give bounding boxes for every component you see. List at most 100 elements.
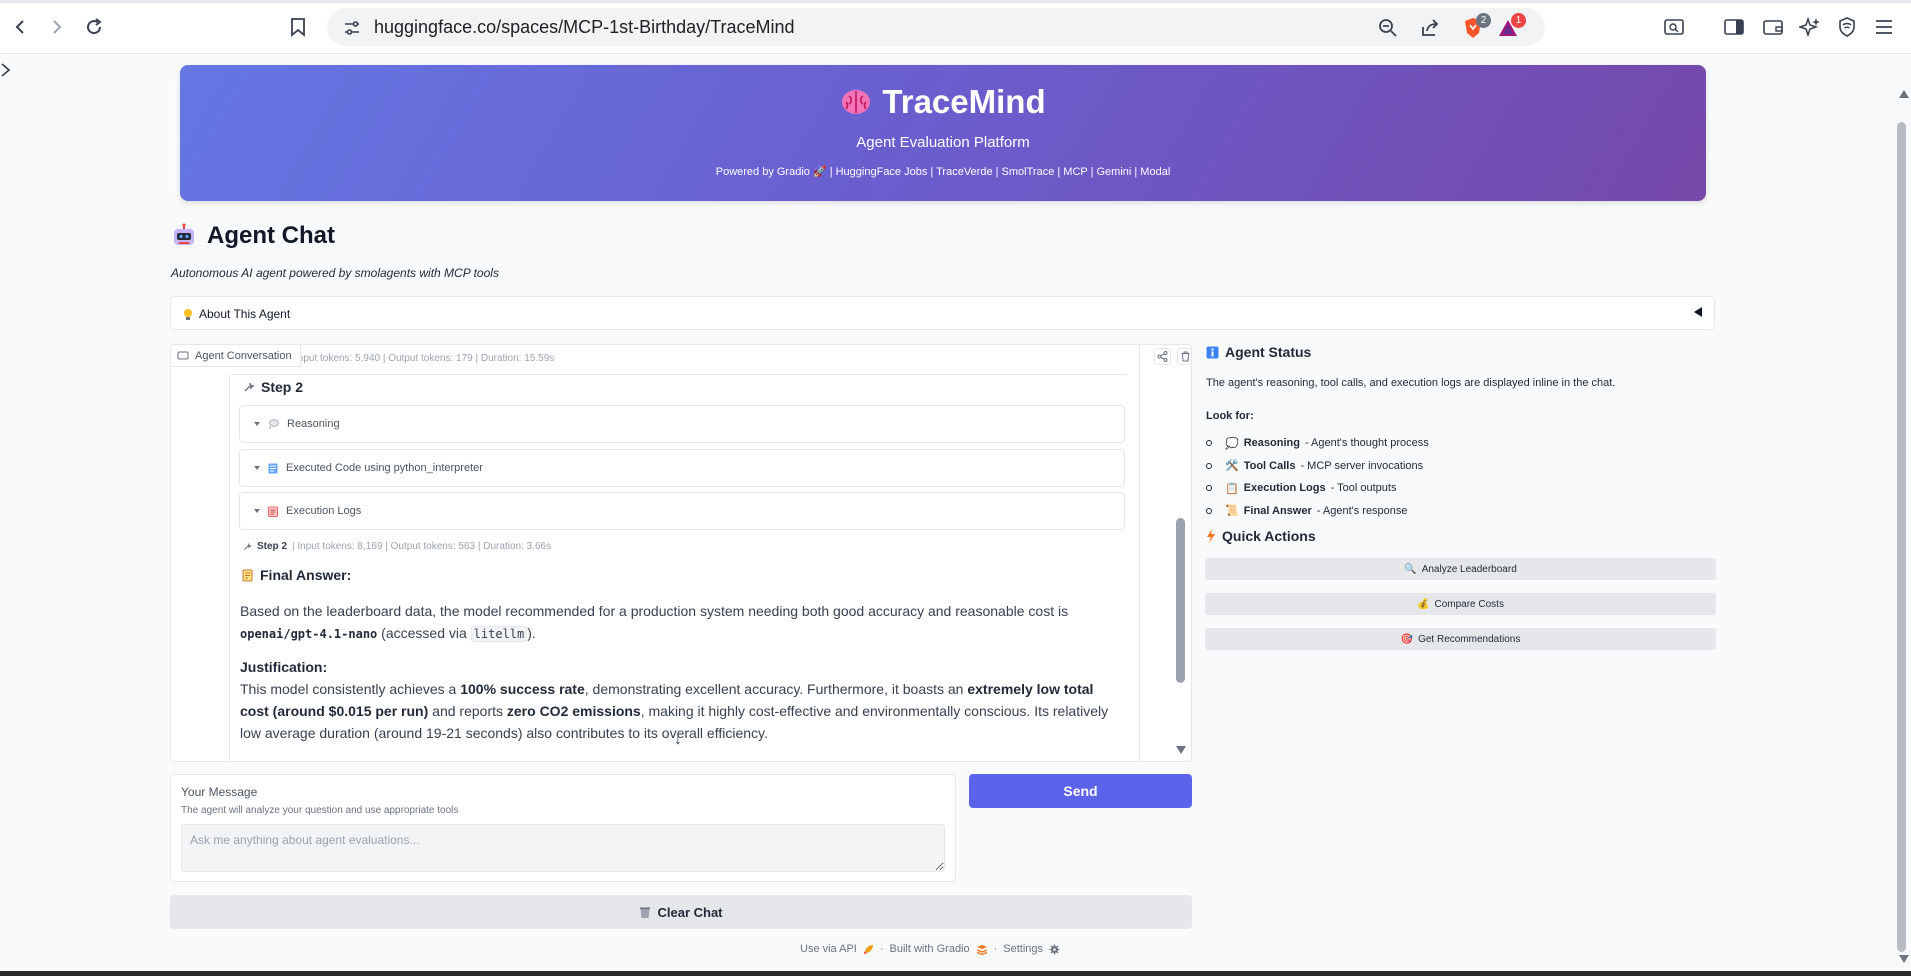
share-icon[interactable] [1418,16,1442,40]
about-agent-accordion[interactable]: About This Agent [170,296,1715,330]
site-info-icon[interactable] [340,16,364,40]
clipboard-icon: 📋 [1225,482,1239,495]
leo-ai-icon[interactable] [1796,13,1824,41]
page-scroll-up-arrow[interactable] [1899,90,1909,98]
app-subtitle: Agent Evaluation Platform [856,134,1030,151]
sidebar-toggle-icon[interactable] [1720,13,1748,41]
use-via-api-link[interactable]: Use via API [800,943,857,955]
previous-step-meta: Input tokens: 5,940 | Output tokens: 179… [295,353,555,364]
brain-icon [840,88,872,116]
wrench-icon [243,542,252,551]
agent-status-text: The agent's reasoning, tool calls, and e… [1206,377,1616,389]
final-answer-body: Based on the leaderboard data, the model… [240,600,1126,744]
message-info: The agent will analyze your question and… [181,805,459,816]
url-text[interactable]: huggingface.co/spaces/MCP-1st-Birthday/T… [374,17,795,38]
thought-bubble-icon: 💭 [1225,437,1239,450]
vpn-shield-icon[interactable] [1833,13,1861,41]
browser-toolbar: huggingface.co/spaces/MCP-1st-Birthday/T… [0,0,1911,54]
header-banner: TraceMind Agent Evaluation Platform Powe… [180,65,1706,201]
justification-paragraph: This model consistently achieves a 100% … [240,681,1109,741]
message-input[interactable] [181,824,945,872]
brave-rewards-icon[interactable]: 1 [1496,13,1526,40]
scroll-icon: 📜 [1225,505,1239,518]
share-chat-icon[interactable] [1154,348,1171,365]
message-label: Your Message [181,785,258,799]
get-recommendations-button[interactable]: 🎯 Get Recommendations [1205,628,1716,650]
compare-costs-button[interactable]: 💰 Compare Costs [1205,593,1716,615]
answer-paragraph: Based on the leaderboard data, the model… [240,603,1069,642]
chevron-down-icon [254,509,260,513]
wrench-icon [243,381,255,393]
chat-scroll-down-arrow[interactable] [1176,746,1186,754]
wastebasket-icon [639,906,651,919]
chevron-down-icon [254,466,260,470]
page-scroll-down-arrow[interactable] [1899,955,1909,963]
window-top-edge [0,0,1911,3]
model-name: openai/gpt-4.1-nano [240,627,378,641]
brave-shields-icon[interactable]: 2 [1461,13,1491,40]
gear-icon [1049,944,1060,955]
menu-icon[interactable] [1870,13,1898,41]
chatbot-label: Agent Conversation [171,345,301,367]
built-with-gradio-link[interactable]: Built with Gradio [890,943,970,955]
window-bottom-edge [0,971,1911,976]
step-heading: Step 2 [243,379,303,395]
magnifier-icon: 🔍 [1404,563,1417,575]
about-agent-label: About This Agent [199,307,291,321]
footer: Use via API · Built with Gradio · Settin… [800,943,1060,955]
settings-link[interactable]: Settings [1003,943,1043,955]
zoom-icon[interactable] [1376,16,1400,40]
legend-list: 💭 Reasoning - Agent's thought process 🛠️ T… [1206,432,1429,522]
robot-icon [171,223,197,249]
clear-chat-label: Clear Chat [657,904,723,920]
back-icon[interactable] [6,13,34,41]
legend-item-reasoning: 💭 Reasoning - Agent's thought process [1206,432,1429,455]
forward-icon[interactable] [43,13,71,41]
shields-count-badge: 2 [1476,13,1491,28]
lightning-icon [1206,529,1216,543]
reload-icon[interactable] [80,13,108,41]
clear-chat-button[interactable]: Clear Chat [170,895,1192,929]
bookmark-icon[interactable] [284,13,312,41]
final-answer-heading: Final Answer: [241,567,351,583]
executed-code-accordion[interactable]: Executed Code using python_interpreter [239,449,1125,487]
quick-actions-heading: Quick Actions [1206,528,1316,544]
tab-search-icon[interactable] [1660,13,1688,41]
look-for-label: Look for: [1206,410,1254,422]
send-button[interactable]: Send [969,774,1192,808]
address-bar[interactable]: huggingface.co/spaces/MCP-1st-Birthday/T… [327,8,1545,46]
rewards-count-badge: 1 [1511,13,1526,28]
target-icon: 🎯 [1400,633,1414,645]
legend-item-final-answer: 📜 Final Answer - Agent's response [1206,500,1429,523]
page-description: Autonomous AI agent powered by smolagent… [171,266,499,280]
chevron-down-icon [254,422,260,426]
rocket-icon [863,944,874,955]
collapse-arrow-icon[interactable] [1694,307,1702,317]
money-bag-icon: 💰 [1417,598,1430,610]
info-icon [1206,346,1219,359]
gradio-logo-icon [976,944,988,955]
app-title-text: TraceMind [882,83,1046,120]
chatbot-panel: Agent Conversation Input tokens: 5,940 |… [170,344,1192,762]
trash-icon[interactable] [1177,348,1191,365]
powered-by-line: Powered by Gradio 🚀 | HuggingFace Jobs |… [715,166,1171,178]
analyze-leaderboard-button[interactable]: 🔍 Analyze Leaderboard [1205,558,1716,580]
page-scrollbar-thumb[interactable] [1897,122,1906,952]
page-title: Agent Chat [171,222,335,250]
lightbulb-icon [183,308,193,321]
library-name: litellm [470,626,528,642]
chat-bubble-icon [177,351,189,361]
step-meta: Step 2 | Input tokens: 8,169 | Output to… [243,541,551,552]
reasoning-accordion[interactable]: Reasoning [239,405,1125,443]
page-title-text: Agent Chat [207,222,335,249]
chat-scrollbar-thumb[interactable] [1176,518,1185,683]
legend-item-tool-calls: 🛠️ Tool Calls - MCP server invocations [1206,455,1429,478]
justification-heading: Justification: [240,659,328,675]
execution-logs-accordion[interactable]: Execution Logs [239,492,1125,530]
wallet-icon[interactable] [1759,13,1787,41]
app-title: TraceMind [180,83,1706,121]
code-icon [268,463,278,474]
scroll-to-bottom-icon[interactable]: ↓ [674,731,682,749]
drawer-toggle-icon[interactable] [0,62,12,78]
clipboard-icon [268,506,278,517]
